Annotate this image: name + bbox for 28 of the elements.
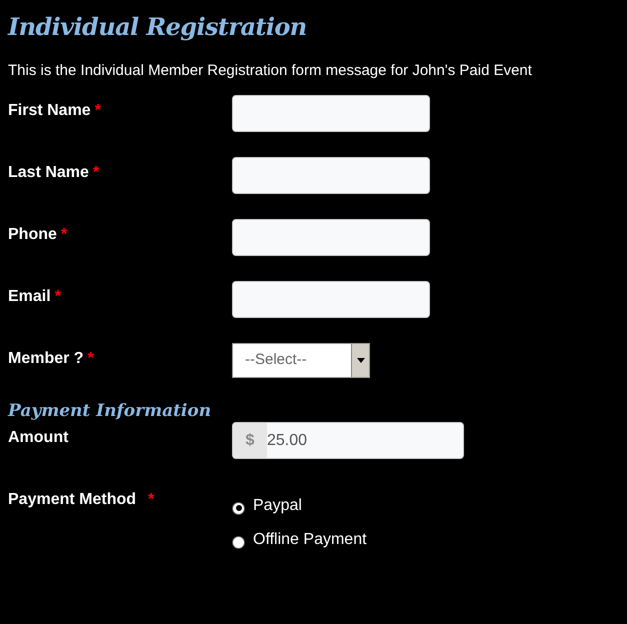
radio-button[interactable] xyxy=(232,502,245,514)
field-label: Last Name xyxy=(8,164,89,180)
radio-option[interactable]: Paypal xyxy=(232,494,367,518)
required-mark: * xyxy=(94,102,101,118)
required-mark: * xyxy=(148,491,154,508)
text-field[interactable] xyxy=(232,218,430,256)
field-label: Amount xyxy=(8,428,70,448)
field-label: Email xyxy=(8,288,51,304)
page-title: Individual Registration xyxy=(8,12,308,42)
field-label: Payment Method xyxy=(8,491,136,508)
select-dropdown[interactable]: --Select-- xyxy=(232,342,370,378)
field-label: Member ? xyxy=(8,350,84,366)
radio-option[interactable]: Offline Payment xyxy=(232,528,367,552)
form-message: This is the Individual Member Registration form message for John's Paid Event xyxy=(8,61,533,81)
required-mark: * xyxy=(92,164,100,180)
currency-addon: $ xyxy=(233,423,267,458)
radio-button[interactable] xyxy=(232,536,245,548)
required-mark: * xyxy=(60,226,68,242)
text-field[interactable] xyxy=(232,94,430,132)
text-field[interactable] xyxy=(232,156,430,194)
caret-icon xyxy=(351,344,369,376)
text-field[interactable] xyxy=(232,280,430,318)
required-mark: * xyxy=(88,350,94,366)
field-label: Phone xyxy=(8,226,57,242)
amount-field[interactable]: $ 25.00 xyxy=(232,422,464,459)
required-mark: * xyxy=(54,288,61,304)
section-heading: Payment Information xyxy=(8,400,212,422)
field-label: First Name xyxy=(8,102,91,118)
